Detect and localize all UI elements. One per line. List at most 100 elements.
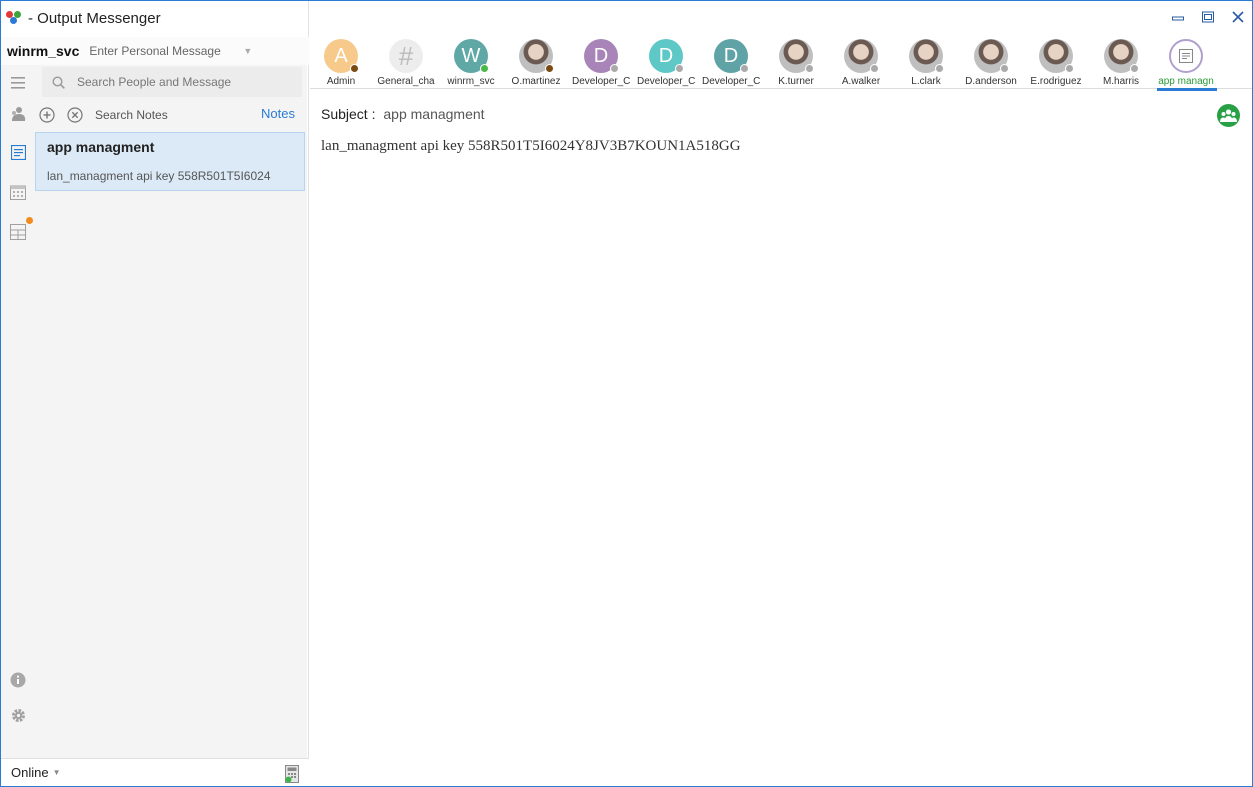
contact-10[interactable]: D.anderson [960,37,1022,89]
status-dot [870,64,879,73]
nav-rail [1,65,35,758]
avatar [974,39,1009,73]
contacts-icon[interactable] [8,104,28,124]
contact-5[interactable]: D Developer_C [635,37,697,89]
contact-0[interactable]: A Admin [310,37,372,89]
chevron-down-icon[interactable]: ▼ [243,46,252,56]
status-dot [480,64,489,73]
note-avatar-icon [1169,39,1203,73]
contact-12[interactable]: M.harris [1090,37,1152,89]
share-team-icon[interactable] [1217,104,1240,127]
status-bar: Online ▼ [1,758,309,786]
note-body[interactable]: lan_managment api key 558R501T5I6024Y8JV… [321,138,741,155]
status-dot [805,64,814,73]
personal-message-input[interactable] [89,44,240,58]
status-dot [1000,64,1009,73]
contact-name: O.martinez [511,76,561,87]
contact-1[interactable]: # General_cha [375,37,437,89]
user-bar: winrm_svc ▼ [1,37,309,65]
channel-hash-icon: # [389,39,423,73]
search-icon [52,75,65,89]
notes-toolbar: Search Notes Notes [35,103,307,127]
status-dot [675,64,684,73]
chevron-down-icon[interactable]: ▼ [53,768,61,777]
note-list-item[interactable]: app managment lan_managment api key 558R… [35,132,305,191]
notes-link[interactable]: Notes [261,106,295,121]
contact-9[interactable]: L.clark [895,37,957,89]
contact-name: M.harris [1102,76,1140,87]
delete-note-icon[interactable] [67,107,83,123]
left-panel: - Output Messenger winrm_svc ▼ [1,1,309,786]
contact-name: D.anderson [965,76,1017,87]
avatar: W [454,39,489,73]
output-messenger-logo-icon [6,11,24,25]
note-item-preview: lan_managment api key 558R501T5I6024 [47,169,271,183]
avatar [844,39,879,73]
contact-4[interactable]: D Developer_C [570,37,632,89]
avatar [1039,39,1074,73]
status-dot [740,64,749,73]
notification-badge [26,217,33,224]
note-item-title: app managment [47,139,155,155]
contact-name: A.walker [841,76,881,87]
contact-13[interactable]: app managn [1155,37,1217,91]
avatar [779,39,814,73]
contact-name: Developer_C [637,76,695,87]
minimize-icon[interactable] [1172,11,1184,23]
window-controls [1172,11,1244,23]
gear-icon[interactable] [8,705,28,725]
app-window: - Output Messenger winrm_svc ▼ [0,0,1253,787]
contact-7[interactable]: K.turner [765,37,827,89]
contact-name: L.clark [911,76,941,87]
username[interactable]: winrm_svc [7,43,79,59]
avatar [519,39,554,73]
avatar: A [324,39,359,73]
contact-11[interactable]: E.rodriguez [1025,37,1087,89]
contact-name: Developer_C [702,76,760,87]
subject-label: Subject : [321,106,376,122]
board-icon[interactable] [8,222,28,242]
contact-name: K.turner [778,76,814,87]
status-dot [350,64,359,73]
calendar-icon[interactable] [8,182,28,202]
menu-icon[interactable] [8,73,28,93]
contact-name: General_cha [377,76,435,87]
contact-name: Developer_C [572,76,630,87]
avatar [1104,39,1139,73]
main-panel: A Admin # General_cha Wwinrm_svc O.martinez D D… [310,1,1252,786]
close-icon[interactable] [1232,11,1244,23]
status-selector[interactable]: Online [11,765,49,780]
avatar: D [649,39,684,73]
status-dot [545,64,554,73]
contact-8[interactable]: A.walker [830,37,892,89]
search-notes-label[interactable]: Search Notes [95,108,168,122]
status-dot [935,64,944,73]
status-dot [1130,64,1139,73]
avatar: D [584,39,619,73]
app-title: - Output Messenger [28,9,161,27]
add-note-icon[interactable] [39,107,55,123]
active-tab-indicator [1157,88,1217,91]
title-bar: - Output Messenger [1,1,309,35]
contact-2[interactable]: Wwinrm_svc [440,37,502,89]
avatar: D [714,39,749,73]
contact-name: app managn [1158,76,1214,87]
info-icon[interactable] [8,670,28,690]
search-input[interactable] [77,75,277,89]
contact-3[interactable]: O.martinez [505,37,567,89]
contact-name: winrm_svc [447,76,495,87]
note-subject: Subject : app managment [321,106,485,122]
contact-name: Admin [326,76,356,87]
contacts-strip: A Admin # General_cha Wwinrm_svc O.martinez D D… [310,37,1252,91]
avatar [909,39,944,73]
status-dot [1065,64,1074,73]
subject-value[interactable]: app managment [383,106,484,122]
notes-panel: Search Notes Notes app managment lan_man… [35,65,307,758]
contact-6[interactable]: D Developer_C [700,37,762,89]
notes-icon[interactable] [8,142,28,162]
status-dot [610,64,619,73]
calculator-icon[interactable] [285,765,299,783]
search-box[interactable] [42,67,302,97]
contact-name: E.rodriguez [1030,76,1082,87]
maximize-icon[interactable] [1202,11,1214,23]
